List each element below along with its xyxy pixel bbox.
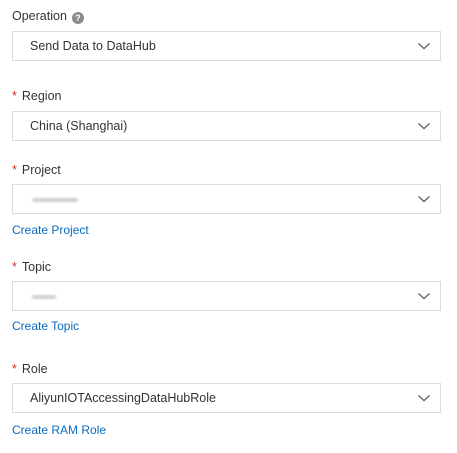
topic-label: * Topic (12, 259, 51, 275)
chevron-down-icon (418, 292, 430, 300)
redacted-topic-value (32, 295, 56, 299)
operation-label-text: Operation (12, 9, 67, 23)
required-mark: * (12, 89, 17, 103)
region-label: * Region (12, 88, 62, 104)
region-select-value: China (Shanghai) (30, 119, 128, 133)
role-select[interactable]: AliyunIOTAccessingDataHubRole (12, 383, 441, 413)
topic-select[interactable] (12, 281, 441, 311)
datahub-rule-form: Operation? Send Data to DataHub * Region … (0, 0, 457, 453)
role-label-text: Role (21, 362, 48, 376)
role-select-value: AliyunIOTAccessingDataHubRole (30, 391, 216, 405)
role-label: * Role (12, 361, 48, 377)
create-project-link[interactable]: Create Project (12, 223, 89, 238)
operation-label: Operation? (12, 8, 84, 24)
create-topic-link[interactable]: Create Topic (12, 319, 79, 334)
region-label-text: Region (21, 89, 62, 103)
create-ram-role-link[interactable]: Create RAM Role (12, 423, 106, 438)
project-select[interactable] (12, 184, 441, 214)
question-mark-icon[interactable]: ? (71, 12, 84, 24)
required-mark: * (12, 260, 17, 274)
chevron-down-icon (418, 394, 430, 402)
chevron-down-icon (418, 42, 430, 50)
operation-select[interactable]: Send Data to DataHub (12, 31, 441, 61)
operation-select-value: Send Data to DataHub (30, 39, 156, 53)
region-select[interactable]: China (Shanghai) (12, 111, 441, 141)
project-label-text: Project (21, 163, 61, 177)
required-mark: * (12, 163, 17, 177)
chevron-down-icon (418, 122, 430, 130)
topic-label-text: Topic (21, 260, 52, 274)
project-label: * Project (12, 162, 61, 178)
chevron-down-icon (418, 195, 430, 203)
required-mark: * (12, 362, 17, 376)
redacted-project-value (32, 198, 78, 202)
